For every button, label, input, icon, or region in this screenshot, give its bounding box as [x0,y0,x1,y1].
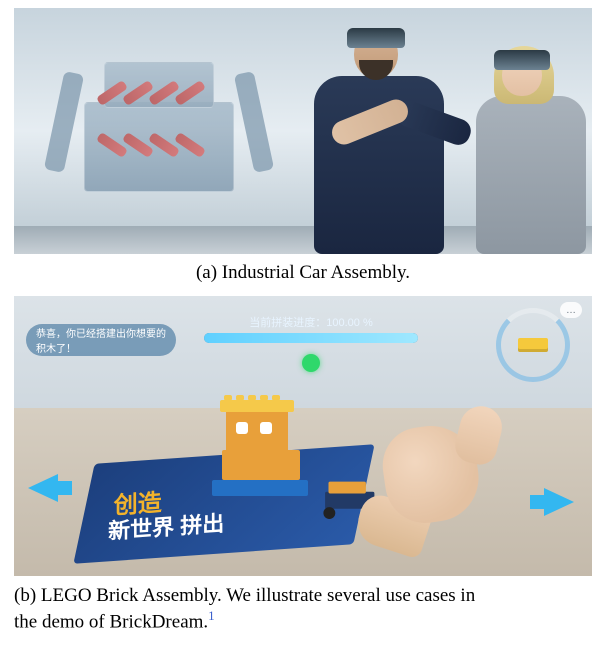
status-dot-icon [302,354,320,372]
caption-b: (b) LEGO Brick Assembly. We illustrate s… [14,584,592,635]
ar-headset-icon [347,28,405,48]
hint-chip: 恭喜，你已经搭建出你想要的积木了！ [26,324,176,356]
caption-b-line2: the demo of BrickDream. [14,612,208,633]
ar-headset-icon [494,50,550,70]
piece-preview-ring [496,308,570,382]
card-line-2: 新世界 拼出 [108,506,224,546]
arrow-right-icon [544,488,574,516]
figure-panel-b: 恭喜，你已经搭建出你想要的积木了！ 当前拼装进度：100.00 % … 创造 新… [14,296,592,576]
footnote-ref: 1 [208,608,215,623]
lego-piece-icon [518,338,548,352]
hint-chip-text: 恭喜，你已经搭建出你想要的积木了！ [36,325,166,355]
progress-bar [204,333,418,343]
progress-label: 当前拼装进度：100.00 % [204,314,418,330]
lego-model-main [202,388,322,508]
person-female-ar [454,34,592,254]
chat-glyph: … [566,305,576,316]
progress-indicator: 当前拼装进度：100.00 % [204,314,418,343]
caption-b-line1: (b) LEGO Brick Assembly. We illustrate s… [14,585,475,606]
arrow-left-icon [28,474,58,502]
holographic-engine [44,32,274,227]
figure-panel-a [14,8,592,254]
caption-a: (a) Industrial Car Assembly. [14,262,592,284]
hand-thumbs-up [358,392,508,542]
progress-fill [204,333,418,343]
chat-bubble-icon: … [560,302,582,318]
